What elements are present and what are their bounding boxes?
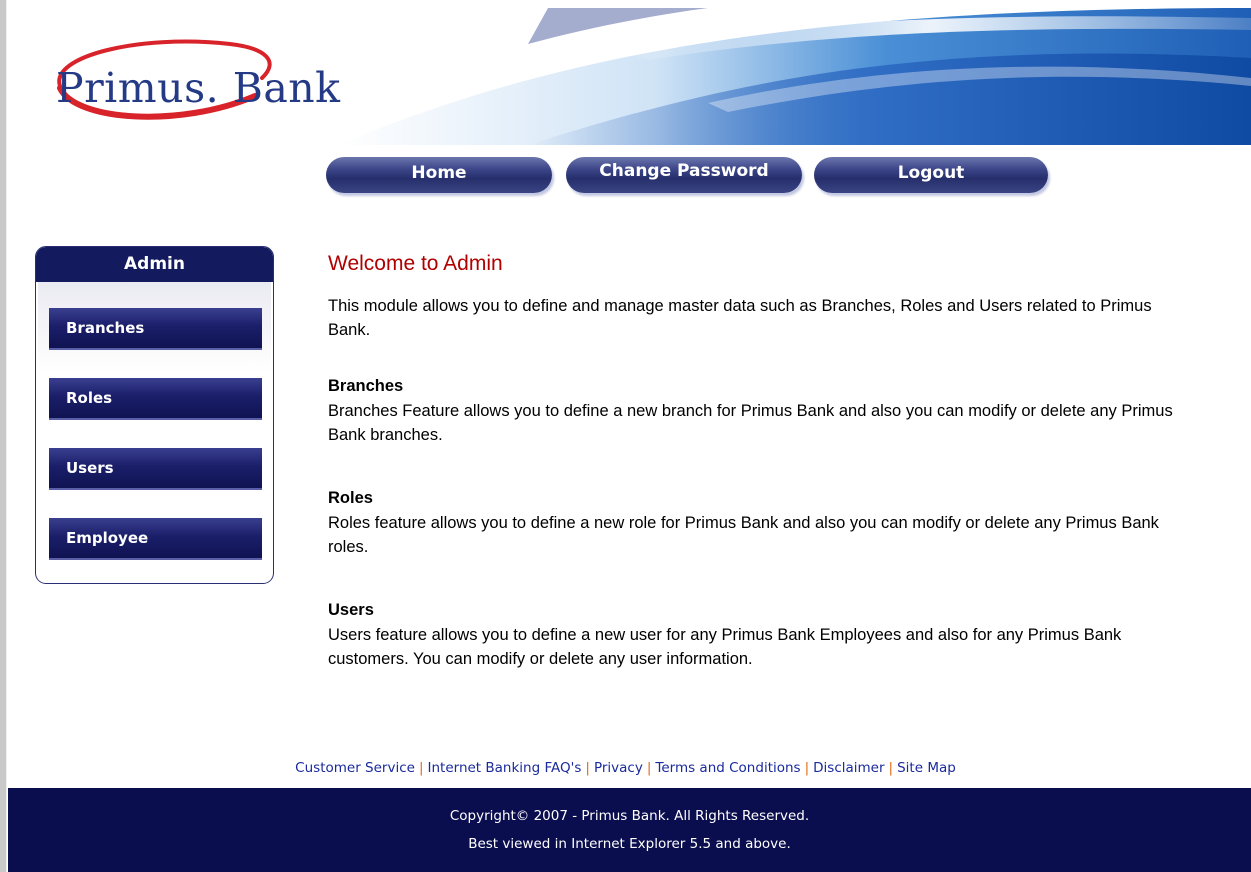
section-text-roles: Roles feature allows you to define a new… — [328, 514, 1159, 556]
footer-link-site-map[interactable]: Site Map — [897, 760, 956, 776]
sidebar-title: Admin — [36, 247, 273, 282]
sidebar-item-label: Users — [66, 459, 114, 477]
sidebar-item-roles[interactable]: Roles — [49, 378, 262, 420]
footer-separator: | — [804, 760, 810, 776]
sidebar-item-label: Roles — [66, 389, 113, 407]
home-button[interactable]: Home — [326, 157, 552, 193]
section-title-roles: Roles — [328, 489, 373, 507]
intro-text: This module allows you to define and man… — [328, 297, 1152, 339]
sidebar-item-label: Employee — [66, 529, 149, 547]
sidebar-item-branches[interactable]: Branches — [49, 308, 262, 350]
sidebar-item-users[interactable]: Users — [49, 448, 262, 490]
footer-separator: | — [888, 760, 894, 776]
sidebar-item-label: Branches — [66, 319, 145, 337]
home-label: Home — [411, 163, 467, 183]
section-text-branches: Branches Feature allows you to define a … — [328, 402, 1173, 444]
left-border-highlight — [6, 0, 7, 872]
header-banner: Primus. Bank — [8, 8, 1251, 145]
logout-button[interactable]: Logout — [814, 157, 1048, 193]
footer-link-disclaimer[interactable]: Disclaimer — [813, 760, 884, 776]
admin-sidebar: Admin Branches Roles Users Employee — [35, 246, 274, 584]
footer-link-terms[interactable]: Terms and Conditions — [655, 760, 800, 776]
logout-label: Logout — [897, 163, 965, 183]
change-password-button[interactable]: Change Password — [566, 157, 802, 193]
section-title-branches: Branches — [328, 377, 404, 395]
footer-separator: | — [418, 760, 424, 776]
logo-text: Primus. Bank — [56, 64, 341, 112]
browser-note: Best viewed in Internet Explorer 5.5 and… — [468, 836, 791, 852]
footer-link-privacy[interactable]: Privacy — [594, 760, 643, 776]
sidebar-menu: Branches Roles Users Employee — [38, 282, 271, 581]
footer-link-faq[interactable]: Internet Banking FAQ's — [428, 760, 582, 776]
footer-separator: | — [646, 760, 652, 776]
footer-link-customer-service[interactable]: Customer Service — [295, 760, 415, 776]
sidebar-item-employee[interactable]: Employee — [49, 518, 262, 560]
section-title-users: Users — [328, 601, 374, 619]
primus-bank-logo: Primus. Bank — [30, 26, 350, 126]
copyright-text: Copyright© 2007 - Primus Bank. All Right… — [449, 808, 810, 824]
top-navigation: Home Change Password Logout — [326, 157, 1056, 195]
footer-bar: Copyright© 2007 - Primus Bank. All Right… — [8, 788, 1251, 872]
change-password-label: Change Password — [599, 161, 769, 181]
footer-links: Customer Service | Internet Banking FAQ's |… — [0, 760, 1251, 776]
section-text-users: Users feature allows you to define a new… — [328, 626, 1122, 668]
footer-separator: | — [585, 760, 590, 776]
page-title: Welcome to Admin — [328, 252, 503, 275]
